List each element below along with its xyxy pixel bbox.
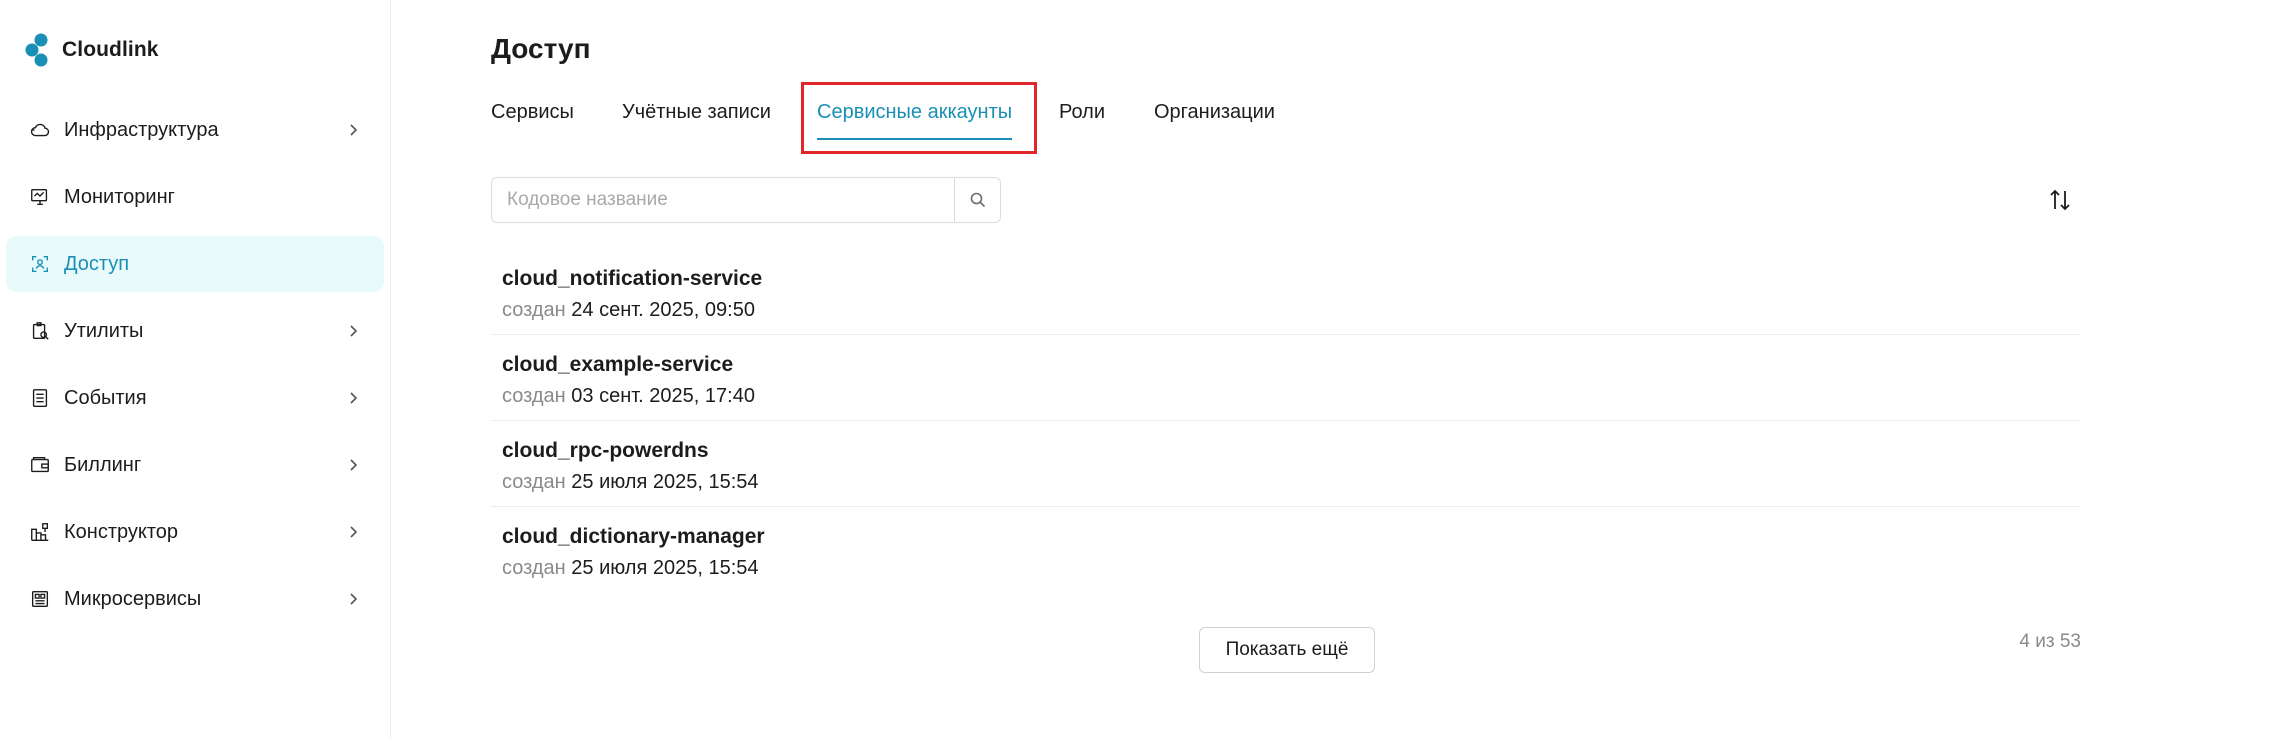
search-input[interactable] <box>492 178 954 222</box>
sidebar-item-label: Микросервисы <box>64 587 202 610</box>
utilities-icon <box>28 319 52 343</box>
sidebar-item-label: Биллинг <box>64 453 142 476</box>
sort-button[interactable] <box>2045 185 2075 215</box>
sidebar-item-monitoring[interactable]: Мониторинг <box>6 169 384 225</box>
tab-active-underline <box>817 138 1013 140</box>
sort-icon <box>2050 189 2070 211</box>
chevron-right-icon <box>350 392 358 404</box>
list-item[interactable]: cloud_rpc-powerdns создан 25 июля 2025, … <box>491 421 2081 507</box>
microservices-icon <box>28 587 52 611</box>
account-name: cloud_dictionary-manager <box>502 525 765 548</box>
chevron-right-icon <box>350 124 358 136</box>
tab-accounts[interactable]: Учётные записи <box>622 84 771 140</box>
account-name: cloud_example-service <box>502 353 734 376</box>
account-created: создан 25 июля 2025, 15:54 <box>502 554 2081 582</box>
cloudlink-logo-icon <box>25 33 48 67</box>
sidebar-item-utilities[interactable]: Утилиты <box>6 303 384 359</box>
chevron-right-icon <box>350 459 358 471</box>
tab-label: Учётные записи <box>622 101 771 123</box>
tab-roles[interactable]: Роли <box>1059 84 1105 140</box>
created-label: создан <box>502 299 566 321</box>
brand-name: Cloudlink <box>62 38 159 61</box>
sidebar-nav: Инфраструктура Мониторинг Доступ Утилиты… <box>6 102 384 638</box>
created-value: 25 июля 2025, 15:54 <box>571 557 759 579</box>
sidebar-item-billing[interactable]: Биллинг <box>6 437 384 493</box>
account-created: создан 25 июля 2025, 15:54 <box>502 468 2081 496</box>
sidebar-item-microservices[interactable]: Микросервисы <box>6 571 384 627</box>
search-icon <box>970 192 985 208</box>
account-name: cloud_notification-service <box>502 267 763 290</box>
logo[interactable]: Cloudlink <box>24 32 159 68</box>
service-accounts-list: cloud_notification-service создан 24 сен… <box>491 249 2081 593</box>
tab-organizations[interactable]: Организации <box>1154 84 1275 140</box>
sidebar-item-label: Мониторинг <box>64 185 175 208</box>
chevron-right-icon <box>350 526 358 538</box>
created-value: 25 июля 2025, 15:54 <box>571 471 759 493</box>
tab-label: Сервисные аккаунты <box>817 101 1013 123</box>
tab-label: Роли <box>1059 101 1105 123</box>
sidebar-item-label: События <box>64 386 147 409</box>
main-content: Доступ Сервисы Учётные записи Сервисные … <box>392 0 2280 739</box>
search-box <box>491 177 1001 223</box>
page-title: Доступ <box>491 33 591 64</box>
sidebar-item-access[interactable]: Доступ <box>6 236 384 292</box>
created-value: 24 сент. 2025, 09:50 <box>571 299 755 321</box>
events-icon <box>28 386 52 410</box>
list-item[interactable]: cloud_example-service создан 03 сент. 20… <box>491 335 2081 421</box>
search-button[interactable] <box>954 178 1000 222</box>
tab-services[interactable]: Сервисы <box>491 84 574 140</box>
created-value: 03 сент. 2025, 17:40 <box>571 385 755 407</box>
list-item[interactable]: cloud_dictionary-manager создан 25 июля … <box>491 507 2081 593</box>
created-label: создан <box>502 557 566 579</box>
show-more-button[interactable]: Показать ещё <box>1199 627 1375 673</box>
created-label: создан <box>502 471 566 493</box>
created-label: создан <box>502 385 566 407</box>
tab-label: Организации <box>1154 101 1275 123</box>
sidebar-item-label: Конструктор <box>64 520 179 543</box>
monitor-icon <box>28 185 52 209</box>
sidebar-item-label: Доступ <box>64 252 130 275</box>
sidebar-item-label: Инфраструктура <box>64 118 219 141</box>
sidebar: Cloudlink Инфраструктура Мониторинг Дост… <box>0 0 391 739</box>
wallet-icon <box>28 453 52 477</box>
account-created: создан 24 сент. 2025, 09:50 <box>502 296 2081 324</box>
constructor-icon <box>28 520 52 544</box>
sidebar-item-label: Утилиты <box>64 319 144 342</box>
cloud-icon <box>28 118 52 142</box>
list-item[interactable]: cloud_notification-service создан 24 сен… <box>491 249 2081 335</box>
sidebar-item-events[interactable]: События <box>6 370 384 426</box>
sidebar-item-constructor[interactable]: Конструктор <box>6 504 384 560</box>
sidebar-item-infrastructure[interactable]: Инфраструктура <box>6 102 384 158</box>
account-created: создан 03 сент. 2025, 17:40 <box>502 382 2081 410</box>
app: Cloudlink Инфраструктура Мониторинг Дост… <box>0 0 2280 739</box>
account-name: cloud_rpc-powerdns <box>502 439 709 462</box>
access-icon <box>28 252 52 276</box>
chevron-right-icon <box>350 593 358 605</box>
tab-service-accounts[interactable]: Сервисные аккаунты <box>817 84 1013 140</box>
chevron-right-icon <box>350 325 358 337</box>
pagination-counter: 4 из 53 <box>2019 631 2081 652</box>
tab-label: Сервисы <box>491 101 574 123</box>
